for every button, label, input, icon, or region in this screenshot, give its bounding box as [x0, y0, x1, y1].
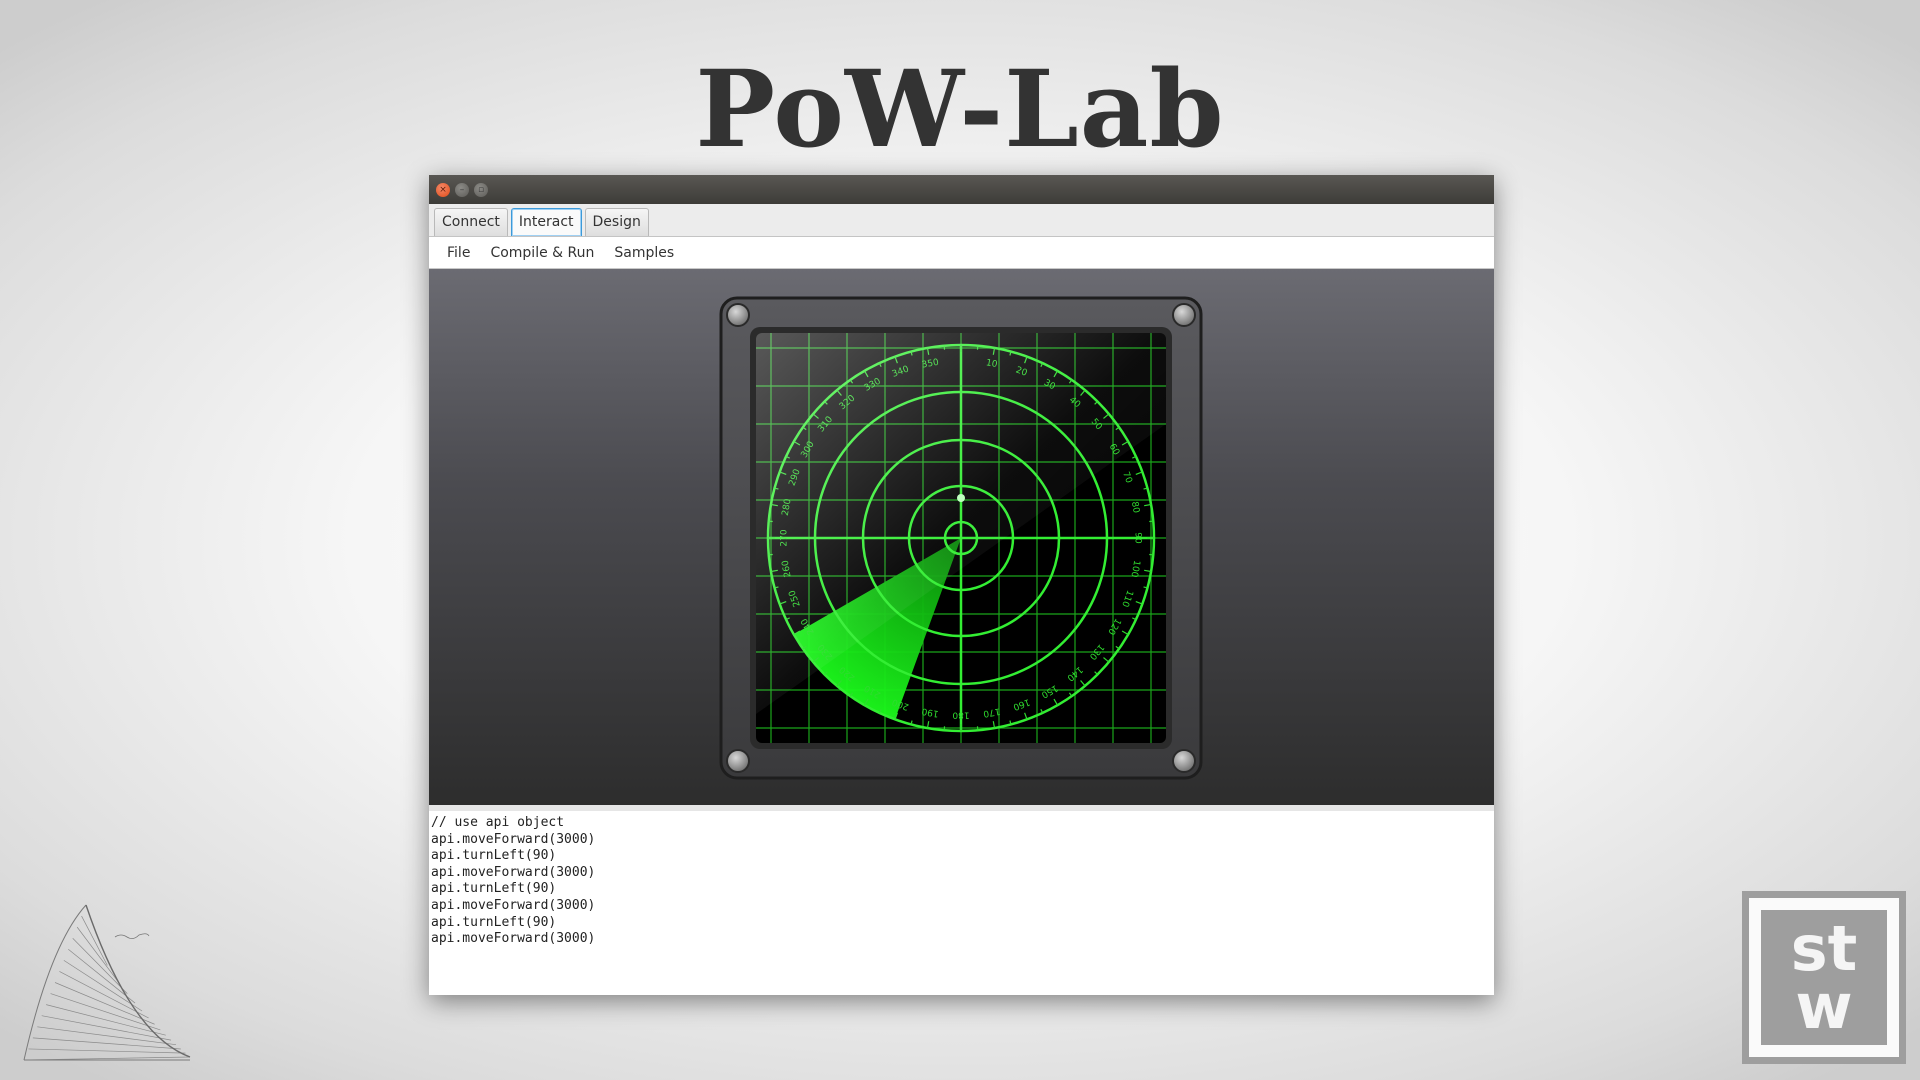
code-line[interactable]: api.turnLeft(90) — [431, 881, 1492, 898]
tab-design[interactable]: Design — [584, 208, 649, 236]
code-line[interactable]: api.moveForward(3000) — [431, 832, 1492, 849]
code-line[interactable]: api.turnLeft(90) — [431, 915, 1492, 932]
code-line[interactable]: api.turnLeft(90) — [431, 848, 1492, 865]
tab-interact[interactable]: Interact — [510, 208, 582, 236]
cycloid-line — [37, 1026, 177, 1046]
code-line[interactable]: api.moveForward(3000) — [431, 865, 1492, 882]
radar-dial-label: 90 — [1133, 532, 1143, 544]
menu-file[interactable]: File — [437, 245, 480, 261]
cycloid-line — [81, 915, 108, 966]
cycloid-line — [54, 982, 155, 1025]
window-titlebar[interactable]: × – ▫ — [429, 175, 1494, 204]
radar-dial-label: 80 — [1129, 501, 1141, 514]
menu-samples[interactable]: Samples — [604, 245, 684, 261]
code-line[interactable]: api.moveForward(3000) — [431, 898, 1492, 915]
cycloid-sketch-logo — [23, 904, 191, 1061]
cycloid-line — [28, 1048, 186, 1054]
app-window: × – ▫ Connect Interact Design File Compi… — [429, 175, 1494, 995]
cycloid-line — [41, 1015, 172, 1041]
cycloid-line — [72, 937, 128, 994]
menu-compile-run[interactable]: Compile & Run — [480, 245, 604, 261]
code-line[interactable]: // use api object — [431, 815, 1492, 832]
stw-logo-bottom: w — [1795, 970, 1853, 1043]
tab-connect[interactable]: Connect — [434, 208, 508, 236]
screw-top-right-icon — [1172, 303, 1196, 327]
code-line[interactable]: api.moveForward(3000) — [431, 931, 1492, 948]
screw-bottom-right-icon — [1172, 749, 1196, 773]
minimize-icon[interactable]: – — [455, 183, 469, 197]
screw-top-left-icon — [726, 303, 750, 327]
radar-dial-label: 180 — [952, 710, 969, 720]
slide-title: PoW-Lab — [695, 46, 1225, 171]
cycloid-line — [50, 993, 161, 1031]
stw-logo: st w — [1742, 891, 1906, 1064]
close-icon[interactable]: × — [436, 183, 450, 197]
radar-gauge: 1020304050607080901001101201301401501601… — [719, 296, 1203, 780]
tab-bar: Connect Interact Design — [429, 204, 1494, 237]
cycloid-line — [32, 1037, 181, 1050]
maximize-icon[interactable]: ▫ — [474, 183, 488, 197]
screw-bottom-left-icon — [726, 749, 750, 773]
code-editor[interactable]: // use api object api.moveForward(3000) … — [429, 805, 1494, 995]
visualization-panel: 1020304050607080901001101201301401501601… — [429, 269, 1494, 805]
menu-bar: File Compile & Run Samples — [429, 237, 1494, 269]
